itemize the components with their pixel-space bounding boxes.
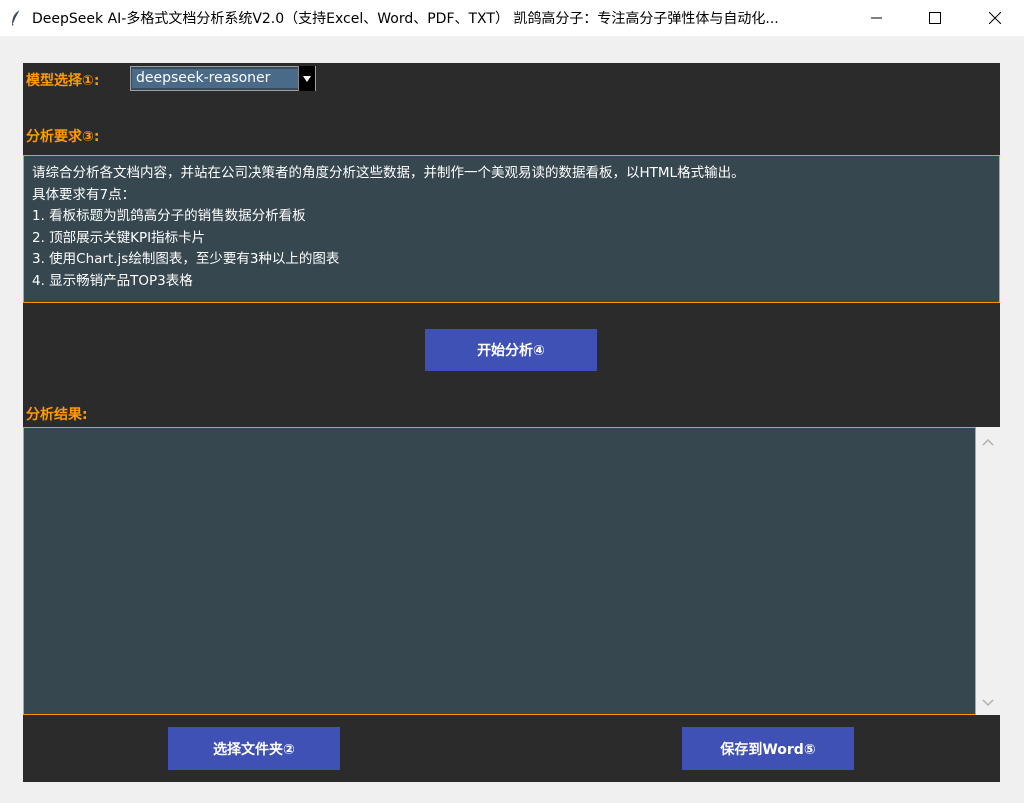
requirements-line: 3. 使用Chart.js绘制图表，至少要有3种以上的图表 (32, 251, 340, 268)
chevron-down-icon[interactable] (982, 692, 994, 711)
requirements-line: 4. 显示畅销产品TOP3表格 (32, 272, 193, 289)
requirements-line: 2. 顶部展示关键KPI指标卡片 (32, 229, 206, 246)
minimize-icon (871, 9, 883, 28)
requirements-label: 分析要求③: (26, 129, 100, 145)
result-textarea[interactable] (23, 427, 976, 715)
model-select[interactable]: deepseek-reasoner (130, 66, 316, 91)
model-select-label: 模型选择①: (26, 73, 100, 89)
requirements-line: 请综合分析各文档内容，并站在公司决策者的角度分析这些数据，并制作一个美观易读的数… (32, 165, 745, 181)
maximize-icon (929, 9, 941, 28)
save-to-word-button[interactable]: 保存到Word⑤ (682, 727, 854, 770)
model-select-value: deepseek-reasoner (132, 69, 298, 88)
window-title: DeepSeek AI-多格式文档分析系统V2.0（支持Excel、Word、P… (32, 11, 779, 27)
close-icon (988, 9, 1002, 28)
feather-icon (10, 9, 24, 27)
result-scrollbar[interactable] (976, 427, 1000, 715)
select-folder-button[interactable]: 选择文件夹② (168, 727, 340, 770)
dropdown-arrow-icon[interactable] (298, 66, 315, 91)
requirements-line: 1. 看板标题为凯鸽高分子的销售数据分析看板 (32, 208, 306, 225)
requirements-textarea[interactable]: 请综合分析各文档内容，并站在公司决策者的角度分析这些数据，并制作一个美观易读的数… (23, 155, 1000, 303)
requirements-line: 具体要求有7点： (32, 186, 136, 203)
main-panel: 模型选择①: deepseek-reasoner 分析要求③: 请综合分析各文档… (23, 63, 1000, 782)
title-bar: DeepSeek AI-多格式文档分析系统V2.0（支持Excel、Word、P… (0, 0, 1024, 36)
close-button[interactable] (966, 0, 1024, 36)
maximize-button[interactable] (906, 0, 964, 36)
chevron-up-icon[interactable] (982, 431, 994, 450)
start-analysis-button[interactable]: 开始分析④ (425, 329, 597, 371)
minimize-button[interactable] (848, 0, 906, 36)
result-label: 分析结果: (26, 407, 88, 423)
